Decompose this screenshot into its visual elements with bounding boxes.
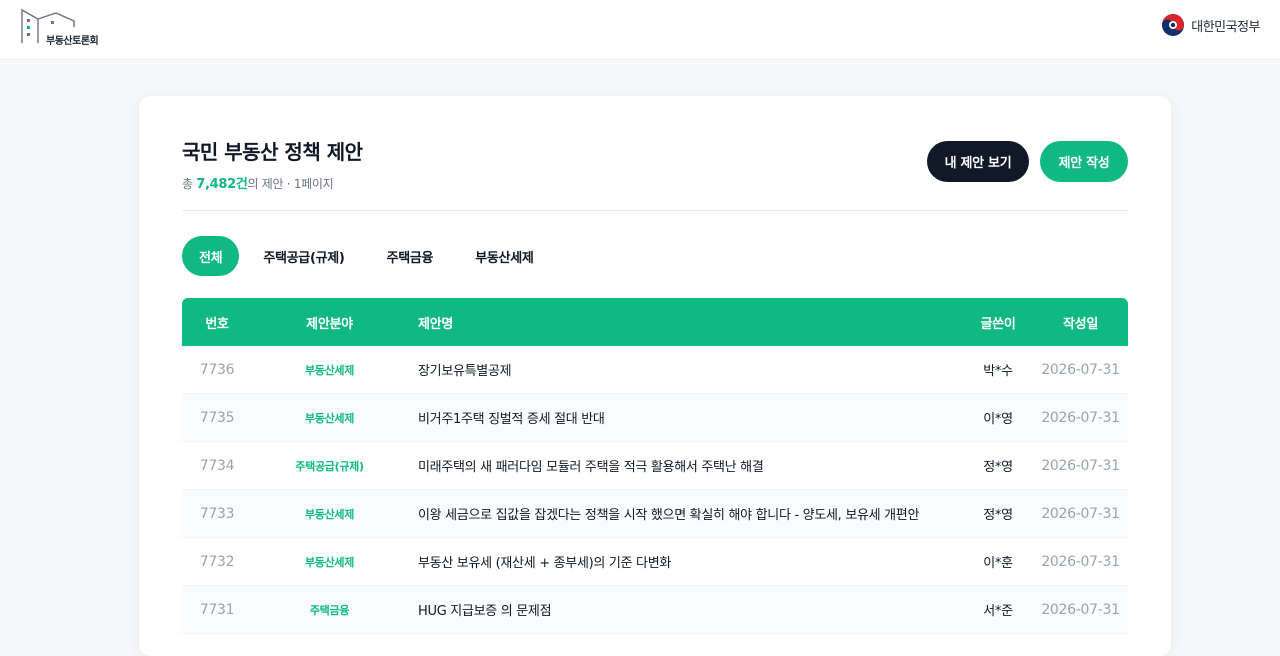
row-title-link[interactable]: HUG 지급보증 의 문제점 <box>407 600 963 619</box>
table-body: 7736 부동산세제 장기보유특별공제 박*수 2026-07-31 7735 … <box>182 346 1128 634</box>
row-title-link[interactable]: 부동산 보유세 (재산세 + 종부세)의 기준 다변화 <box>407 552 963 571</box>
row-category: 주택금융 <box>309 603 350 617</box>
row-category: 부동산세제 <box>304 507 355 521</box>
site-logo[interactable]: 부동산토론회 <box>20 7 110 47</box>
header-writer: 글쓴이 <box>980 316 1016 332</box>
row-category: 부동산세제 <box>304 411 355 425</box>
table-row[interactable]: 7731 주택금융 HUG 지급보증 의 문제점 서*준 2026-07-31 <box>182 586 1128 634</box>
gov-brand[interactable]: 대한민국정부 <box>1161 13 1260 37</box>
proposal-table: 번호 제안분야 제안명 글쓴이 작성일 7736 부동산세제 장기보유특별공제 … <box>182 298 1128 634</box>
row-no: 7734 <box>199 457 235 474</box>
header-date: 작성일 <box>1063 316 1098 332</box>
header-category: 제안분야 <box>306 316 353 332</box>
row-no: 7736 <box>199 361 235 378</box>
table-header: 번호 제안분야 제안명 글쓴이 작성일 <box>182 298 1128 346</box>
row-no: 7735 <box>199 409 235 426</box>
table-row[interactable]: 7735 부동산세제 비거주1주택 징벌적 증세 절대 반대 이*영 2026-… <box>182 394 1128 442</box>
table-row[interactable]: 7733 부동산세제 이왕 세금으로 집값을 잡겠다는 정책을 시작 했으면 확… <box>182 490 1128 538</box>
write-proposal-button[interactable]: 제안 작성 <box>1040 141 1128 182</box>
tab-all[interactable]: 전체 <box>182 236 240 276</box>
row-title-link[interactable]: 미래주택의 새 패러다임 모듈러 주택을 적극 활용해서 주택난 해결 <box>407 456 963 475</box>
row-date: 2026-07-31 <box>1041 553 1120 570</box>
row-writer: 정*영 <box>983 508 1013 523</box>
row-date: 2026-07-31 <box>1041 409 1120 426</box>
row-no: 7733 <box>199 505 235 522</box>
page-title: 국민 부동산 정책 제안 <box>182 140 363 164</box>
row-date: 2026-07-31 <box>1041 361 1120 378</box>
row-date: 2026-07-31 <box>1041 505 1120 522</box>
gov-text: 대한민국정부 <box>1191 19 1260 35</box>
row-writer: 이*영 <box>983 412 1013 427</box>
row-category: 부동산세제 <box>304 363 355 377</box>
row-no: 7732 <box>199 553 235 570</box>
table-row[interactable]: 7736 부동산세제 장기보유특별공제 박*수 2026-07-31 <box>182 346 1128 394</box>
row-writer: 박*수 <box>983 364 1013 379</box>
row-date: 2026-07-31 <box>1041 457 1120 474</box>
row-writer: 서*준 <box>983 604 1013 619</box>
top-bar: 부동산토론회 대한민국정부 <box>0 0 1280 60</box>
tab-real-estate-tax[interactable]: 부동산세제 <box>457 236 551 276</box>
row-writer: 이*훈 <box>983 556 1013 571</box>
my-proposals-button[interactable]: 내 제안 보기 <box>927 141 1029 182</box>
row-date: 2026-07-31 <box>1041 601 1120 618</box>
tab-housing-finance[interactable]: 주택금융 <box>369 236 452 276</box>
category-tabs: 전체 주택공급(규제) 주택금융 부동산세제 <box>182 236 558 276</box>
tab-housing-supply[interactable]: 주택공급(규제) <box>245 236 362 276</box>
logo-text: 부동산토론회 <box>46 36 99 47</box>
board-summary: 총 7,482건의 제안 · 1페이지 <box>182 173 334 192</box>
row-title-link[interactable]: 비거주1주택 징벌적 증세 절대 반대 <box>407 408 963 427</box>
row-category: 주택공급(규제) <box>295 459 364 473</box>
summary-prefix: 총 <box>182 177 197 191</box>
row-writer: 정*영 <box>983 460 1013 475</box>
row-no: 7731 <box>199 601 235 618</box>
summary-suffix: 의 제안 · 1페이지 <box>247 177 334 191</box>
taegeuk-emblem-icon <box>1162 14 1185 36</box>
row-category: 부동산세제 <box>304 555 355 569</box>
table-row[interactable]: 7732 부동산세제 부동산 보유세 (재산세 + 종부세)의 기준 다변화 이… <box>182 538 1128 586</box>
table-row[interactable]: 7734 주택공급(규제) 미래주택의 새 패러다임 모듈러 주택을 적극 활용… <box>182 442 1128 490</box>
total-count: 7,482건 <box>196 177 248 192</box>
divider <box>182 210 1128 211</box>
board-card: 국민 부동산 정책 제안 총 7,482건의 제안 · 1페이지 내 제안 보기… <box>139 96 1171 656</box>
header-title: 제안명 <box>418 316 453 332</box>
row-title-link[interactable]: 이왕 세금으로 집값을 잡겠다는 정책을 시작 했으면 확실히 해야 합니다 -… <box>407 504 963 523</box>
header-no: 번호 <box>205 316 229 332</box>
row-title-link[interactable]: 장기보유특별공제 <box>407 360 963 379</box>
